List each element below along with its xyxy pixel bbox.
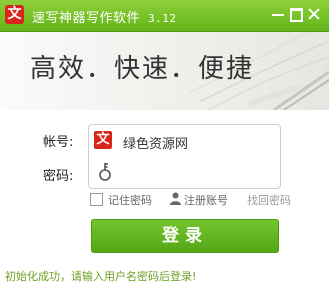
slogan-text: 高效．快速．便捷 (30, 54, 255, 84)
remember-password-checkbox[interactable] (90, 193, 103, 206)
password-label: 密码: (43, 169, 74, 184)
minimize-icon[interactable] (270, 6, 286, 22)
account-logo-icon: 文 (94, 131, 112, 149)
key-icon (99, 163, 111, 181)
login-button[interactable]: 登录 (91, 219, 279, 253)
app-version: 3.12 (148, 12, 177, 25)
banner: 高效．快速．便捷 (0, 32, 329, 110)
find-password-link[interactable]: 找回密码 (247, 192, 291, 208)
app-title: 速写神器写作软件 (32, 11, 141, 26)
password-input[interactable] (123, 162, 273, 182)
user-icon (170, 192, 181, 205)
login-window: 文 速写神器写作软件 3.12 高效．快速．便捷 帐号: 文 绿色资源网 密码: (0, 0, 329, 287)
title-bar[interactable]: 文 速写神器写作软件 3.12 (0, 0, 329, 32)
remember-password-label[interactable]: 记住密码 (108, 192, 152, 208)
account-value[interactable]: 绿色资源网 (123, 133, 188, 152)
account-field[interactable]: 文 绿色资源网 (88, 124, 281, 158)
status-message: 初始化成功，请输入用户名密码后登录! (5, 270, 197, 283)
close-icon[interactable] (306, 6, 322, 22)
password-field[interactable] (88, 156, 281, 189)
maximize-icon[interactable] (288, 6, 304, 22)
account-label: 帐号: (43, 135, 74, 150)
app-logo-icon: 文 (5, 5, 24, 24)
register-account-link[interactable]: 注册账号 (184, 192, 228, 208)
window-title: 速写神器写作软件 3.12 (32, 7, 177, 26)
